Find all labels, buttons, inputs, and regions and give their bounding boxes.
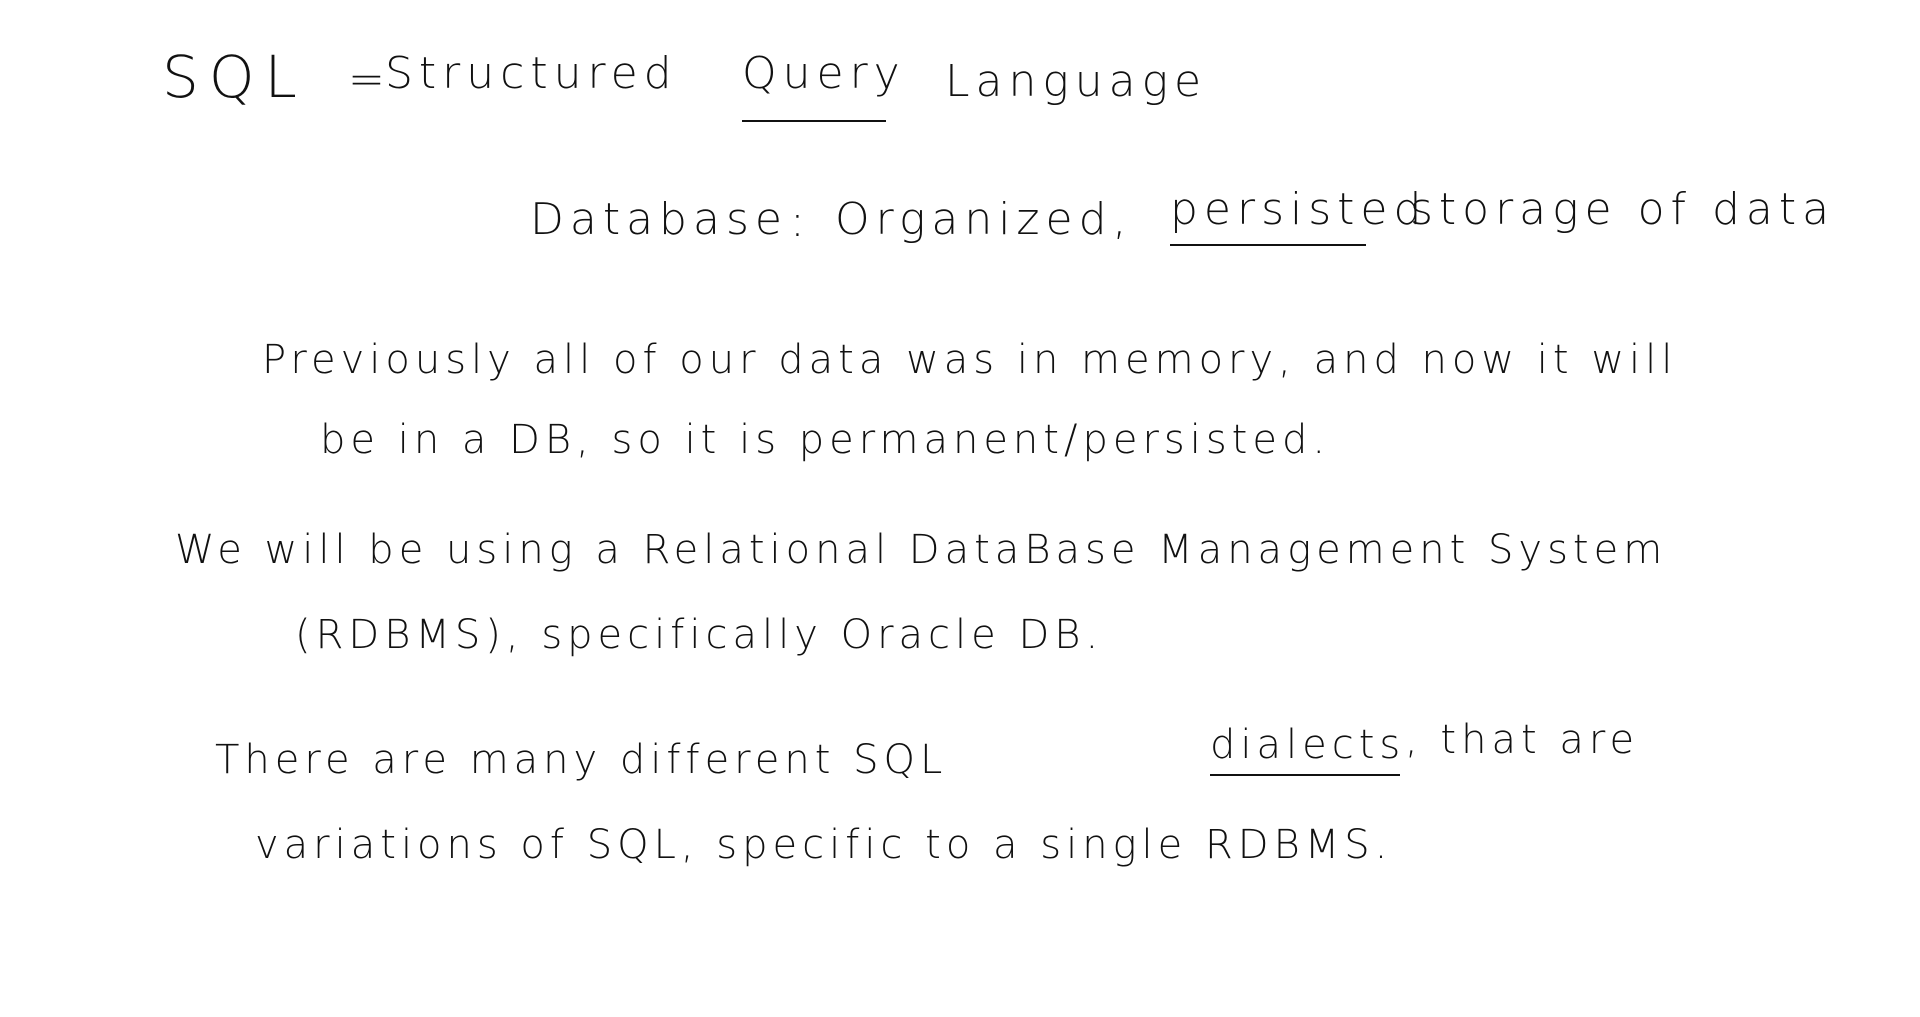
para3-line1-end: , that are <box>1405 717 1640 763</box>
para3-line2: variations of SQL, specific to a single … <box>255 822 1393 868</box>
para2-line1: We will be using a Relational DataBase M… <box>175 527 1668 573</box>
para3-dialects-underline <box>1210 774 1400 776</box>
def-database: Database <box>530 194 788 245</box>
title-query-underline <box>742 120 886 122</box>
def-persisted: persisted <box>1170 184 1428 235</box>
para1-line2: be in a DB, so it is permanent/persisted… <box>320 417 1331 463</box>
def-colon: : <box>790 196 811 247</box>
para1-line1: Previously all of our data was in memory… <box>262 337 1678 383</box>
title-query: Query <box>742 48 906 99</box>
def-persisted-underline <box>1170 244 1366 246</box>
title-sql: SQL <box>162 43 307 111</box>
note-canvas: SQL = Structured Query Language Database… <box>0 0 1920 1017</box>
title-language: Language <box>945 56 1208 107</box>
para3-line1-start: There are many different SQL <box>215 737 948 783</box>
para2-line2: (RDBMS), specifically Oracle DB. <box>295 612 1104 658</box>
def-organized: Organized, <box>835 194 1133 245</box>
para3-dialects: dialects <box>1210 722 1406 768</box>
def-storage: storage of data <box>1410 184 1836 235</box>
title-structured: Structured <box>385 48 678 99</box>
